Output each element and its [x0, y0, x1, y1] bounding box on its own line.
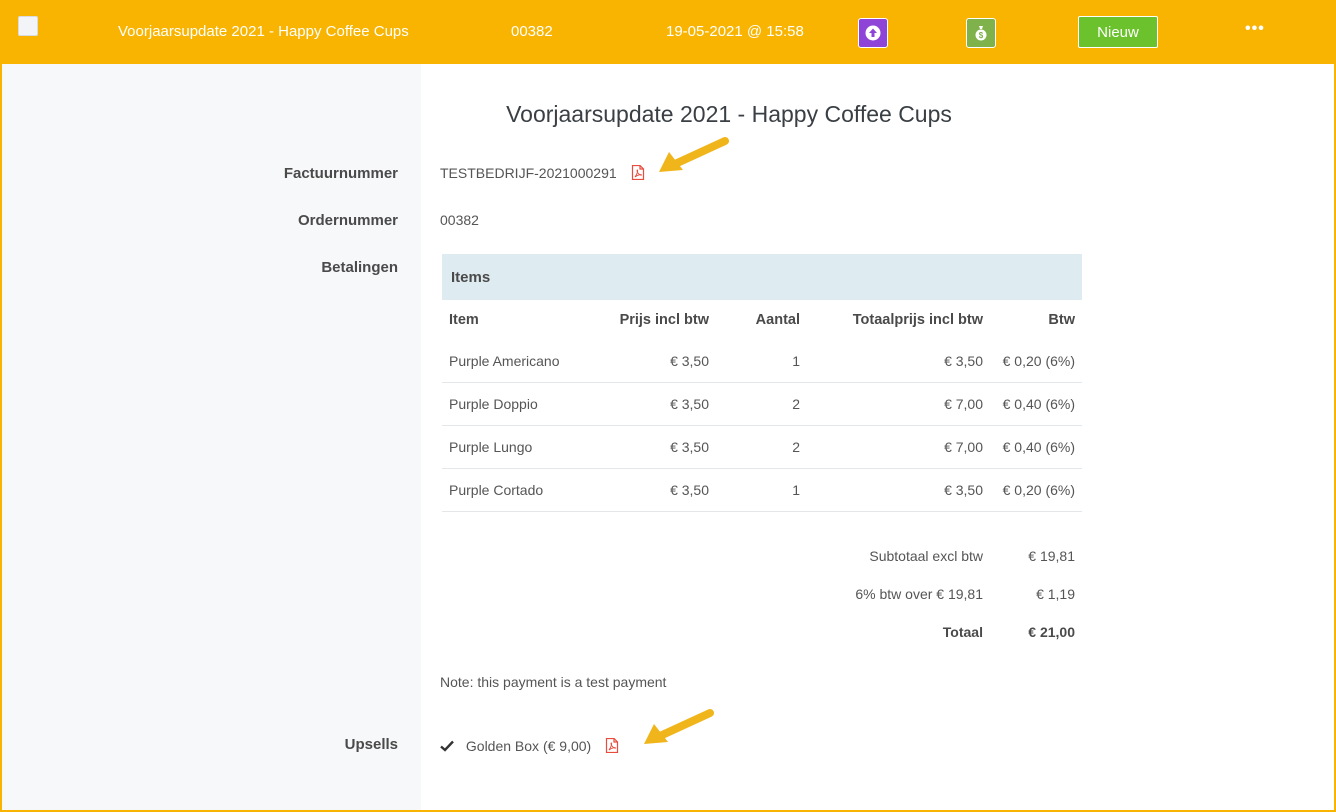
- table-row: Purple Doppio € 3,50 2 € 7,00 € 0,40 (6%…: [442, 383, 1082, 426]
- invoice-number-value: TESTBEDRIJF-2021000291: [440, 165, 617, 181]
- status-new-button[interactable]: Nieuw: [1078, 16, 1158, 48]
- item-price: € 3,50: [670, 439, 709, 455]
- subtotal-label: Subtotaal excl btw: [869, 548, 983, 564]
- vat-label: 6% btw over € 19,81: [855, 586, 983, 602]
- upsell-row: Golden Box (€ 9,00): [440, 738, 619, 756]
- item-total: € 7,00: [944, 396, 983, 412]
- item-btw: € 0,20 (6%): [1002, 482, 1075, 498]
- table-row: Purple Cortado € 3,50 1 € 3,50 € 0,20 (6…: [442, 469, 1082, 512]
- item-name: Purple Cortado: [449, 482, 544, 498]
- item-total: € 3,50: [944, 482, 983, 498]
- item-quantity: 2: [792, 396, 800, 412]
- money-bag-icon: $: [975, 26, 987, 41]
- column-header-price: Prijs incl btw: [619, 312, 709, 328]
- item-btw: € 0,20 (6%): [1002, 353, 1075, 369]
- annotation-arrow-icon: [659, 137, 729, 172]
- item-total: € 3,50: [944, 353, 983, 369]
- item-btw: € 0,40 (6%): [1002, 396, 1075, 412]
- payments-label: Betalingen: [321, 259, 398, 276]
- item-quantity: 1: [792, 353, 800, 369]
- items-section-header: Items: [442, 254, 1082, 300]
- upsell-text: Golden Box (€ 9,00): [465, 738, 592, 754]
- page-title: Voorjaarsupdate 2021 - Happy Coffee Cups: [506, 101, 952, 127]
- items-table: Item Prijs incl btw Aantal Totaalprijs i…: [442, 300, 1082, 512]
- item-name: Purple Lungo: [449, 439, 533, 455]
- item-name: Purple Doppio: [449, 396, 538, 412]
- invoice-number-label: Factuurnummer: [283, 165, 398, 182]
- annotation-arrow-icon: [644, 709, 714, 744]
- column-header-total: Totaalprijs incl btw: [852, 312, 983, 328]
- more-dots-icon[interactable]: •••: [1245, 20, 1265, 38]
- total-label: Totaal: [942, 624, 983, 640]
- items-header-label: Items: [451, 269, 491, 286]
- column-header-btw: Btw: [1048, 312, 1075, 328]
- header-order-number: 00382: [511, 23, 553, 40]
- payment-note: Note: this payment is a test payment: [440, 674, 667, 690]
- subtotal-value: € 19,81: [1028, 548, 1075, 564]
- item-quantity: 2: [792, 439, 800, 455]
- invoice-number-row: TESTBEDRIJF-2021000291: [440, 165, 645, 183]
- select-checkbox[interactable]: [18, 16, 38, 36]
- column-header-item: Item: [449, 312, 479, 328]
- item-price: € 3,50: [670, 396, 709, 412]
- table-header-row: Item Prijs incl btw Aantal Totaalprijs i…: [442, 300, 1082, 340]
- order-number-value: 00382: [440, 212, 479, 228]
- payment-button[interactable]: $: [966, 18, 996, 48]
- upload-button[interactable]: [858, 18, 888, 48]
- svg-text:$: $: [979, 31, 984, 40]
- total-value: € 21,00: [1028, 624, 1075, 640]
- table-row: Purple Americano € 3,50 1 € 3,50 € 0,20 …: [442, 340, 1082, 383]
- item-price: € 3,50: [670, 353, 709, 369]
- header-datetime: 19-05-2021 @ 15:58: [666, 23, 804, 40]
- invoice-pdf-icon[interactable]: [631, 165, 645, 183]
- item-total: € 7,00: [944, 439, 983, 455]
- item-quantity: 1: [792, 482, 800, 498]
- order-header-bar[interactable]: Voorjaarsupdate 2021 - Happy Coffee Cups…: [0, 0, 1336, 64]
- column-header-quantity: Aantal: [755, 312, 800, 328]
- upsell-pdf-icon[interactable]: [605, 738, 619, 756]
- item-btw: € 0,40 (6%): [1002, 439, 1075, 455]
- arrow-up-circle-icon: [865, 25, 881, 41]
- checkmark-icon: [440, 739, 454, 755]
- header-order-title: Voorjaarsupdate 2021 - Happy Coffee Cups: [118, 23, 409, 40]
- vat-value: € 1,19: [1036, 586, 1075, 602]
- table-row: Purple Lungo € 3,50 2 € 7,00 € 0,40 (6%): [442, 426, 1082, 469]
- item-price: € 3,50: [670, 482, 709, 498]
- order-number-label: Ordernummer: [297, 212, 398, 229]
- item-name: Purple Americano: [449, 353, 560, 369]
- upsells-label: Upsells: [344, 736, 398, 753]
